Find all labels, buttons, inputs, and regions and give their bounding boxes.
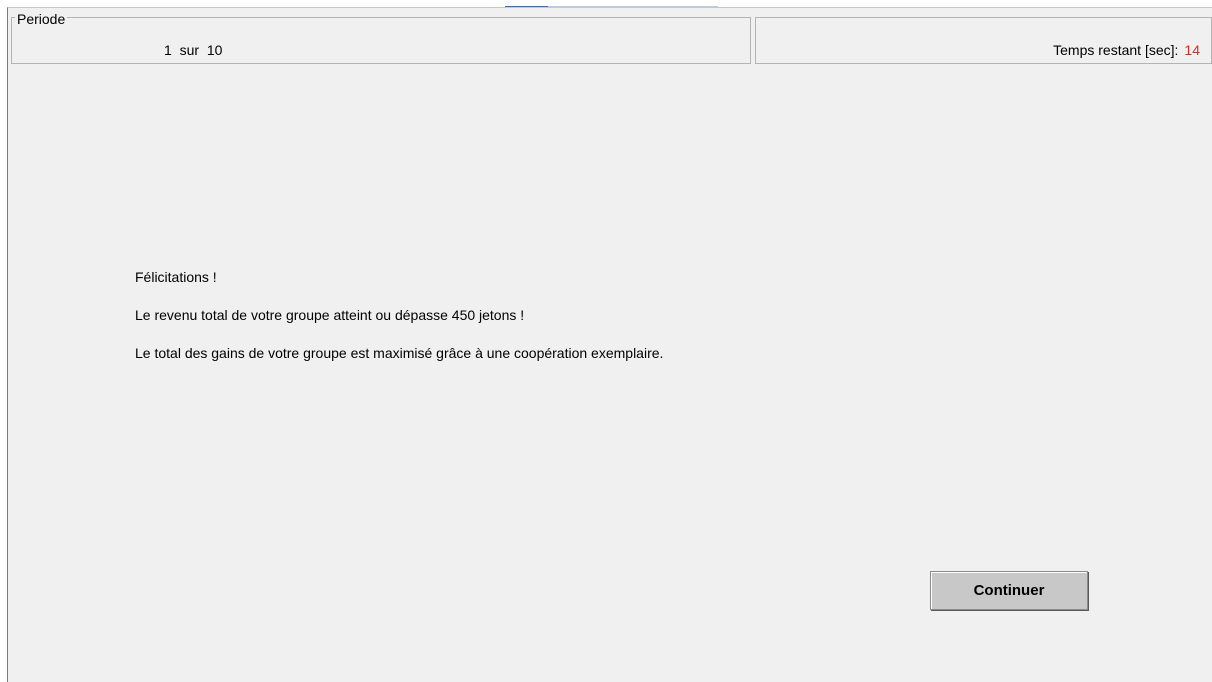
time-panel: Temps restant [sec]: 14	[755, 17, 1212, 64]
period-current: 1	[164, 42, 172, 58]
time-remaining-label: Temps restant [sec]:	[1053, 42, 1179, 58]
message-panel: Félicitations ! Le revenu total de votre…	[135, 269, 663, 383]
group-income-text: Le revenu total de votre groupe atteint …	[135, 307, 525, 323]
congratulations-text: Félicitations !	[135, 269, 217, 285]
period-legend: Periode	[15, 11, 68, 27]
time-remaining: Temps restant [sec]: 14	[1053, 42, 1200, 58]
period-indicator: 1 sur 10	[164, 42, 222, 58]
experiment-screen: Periode 1 sur 10 Temps restant [sec]: 14 …	[7, 7, 1212, 682]
continue-button[interactable]: Continuer	[930, 571, 1088, 610]
period-total: 10	[206, 42, 223, 58]
period-panel: Periode 1 sur 10	[11, 12, 751, 64]
group-earnings-text: Le total des gains de votre groupe est m…	[135, 345, 664, 361]
period-separator: sur	[179, 42, 200, 58]
time-remaining-value: 14	[1184, 42, 1200, 58]
